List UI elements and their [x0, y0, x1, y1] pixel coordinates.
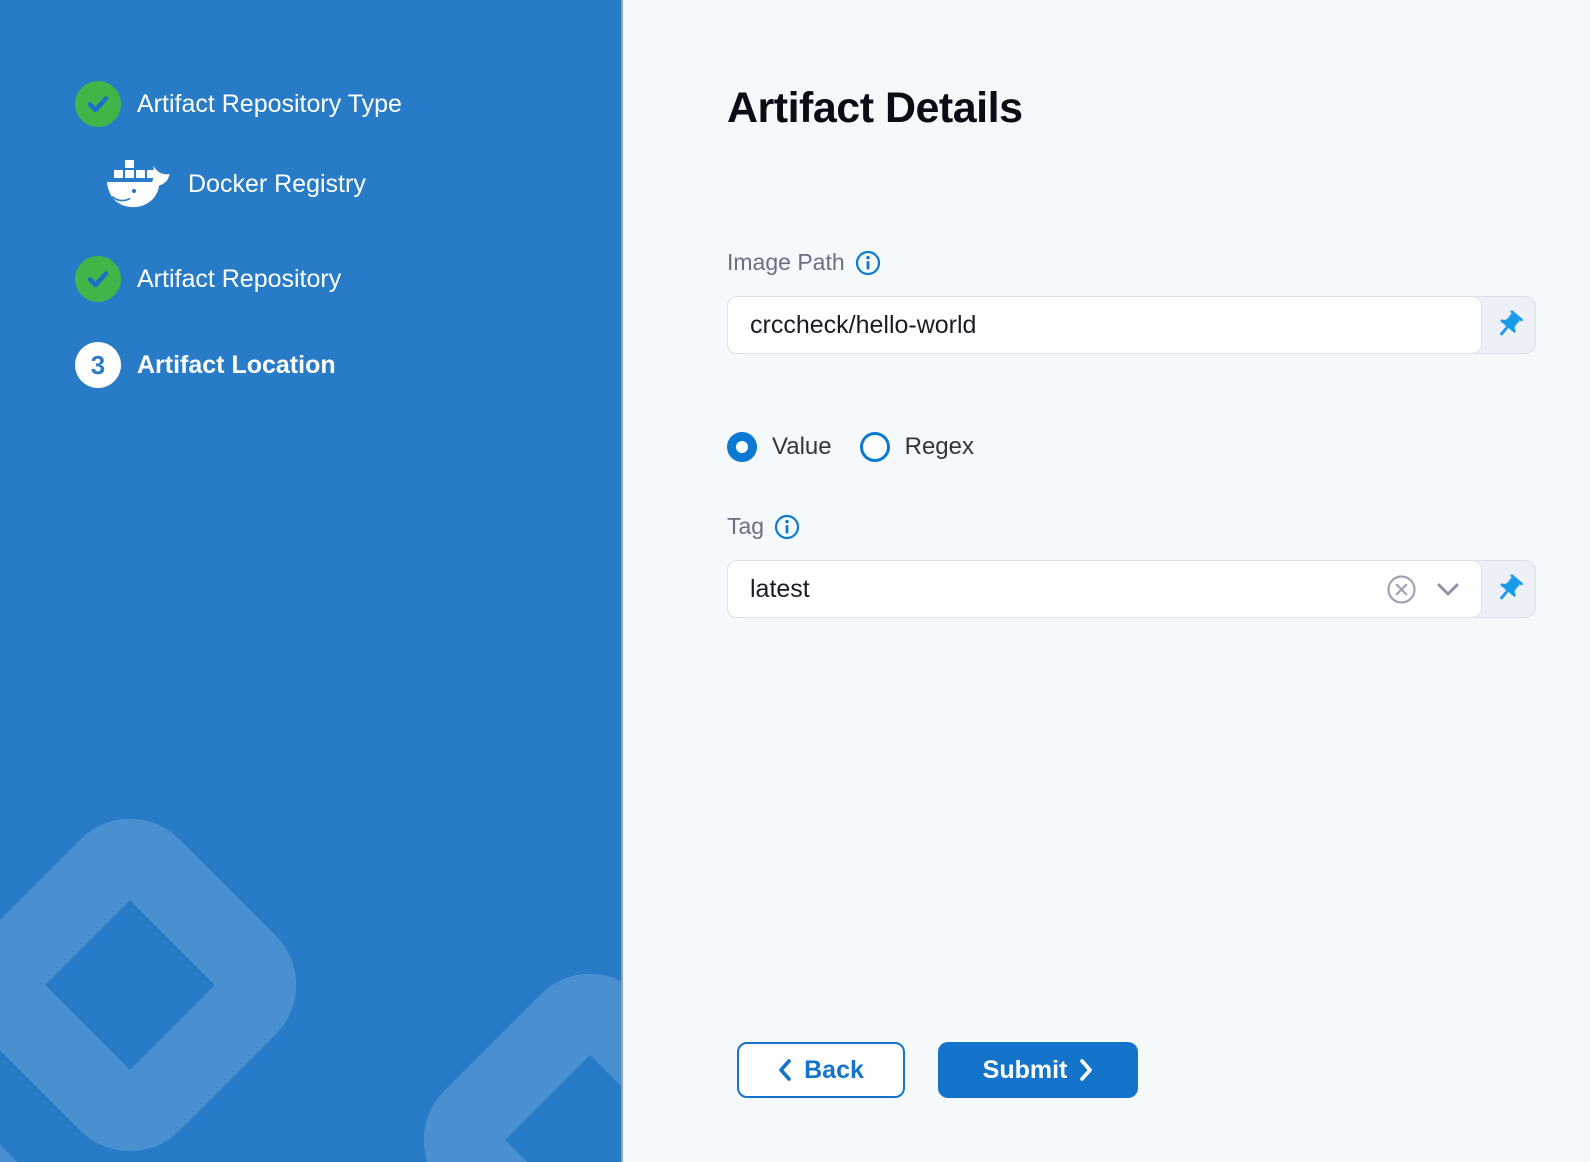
match-type-radio-group: Value Regex [727, 432, 974, 462]
tag-label-row: Tag [727, 513, 800, 540]
step-label: Docker Registry [188, 161, 366, 207]
step-artifact-repository[interactable]: Artifact Repository [75, 256, 341, 302]
check-circle-icon [75, 256, 121, 302]
chevron-right-icon [1080, 1059, 1093, 1081]
wizard-actions: Back Submit [737, 1042, 1138, 1098]
page-title: Artifact Details [727, 84, 1022, 133]
tag-field [727, 560, 1482, 618]
chevron-down-icon[interactable] [1437, 583, 1459, 596]
radio-label: Value [772, 433, 832, 461]
info-icon[interactable] [855, 250, 881, 276]
selected-registry-docker: Docker Registry [104, 157, 366, 211]
radio-unselected-icon [860, 432, 890, 462]
radio-option-value[interactable]: Value [727, 432, 832, 462]
step-label: Artifact Location [137, 342, 336, 388]
pin-runtime-input-button[interactable] [1482, 561, 1535, 617]
harness-logo-watermark [395, 945, 623, 1162]
chevron-left-icon [778, 1059, 791, 1081]
step-label: Artifact Repository [137, 256, 341, 302]
clear-icon[interactable] [1386, 574, 1417, 605]
step-label: Artifact Repository Type [137, 81, 402, 127]
image-path-field [727, 296, 1482, 354]
check-circle-icon [75, 81, 121, 127]
image-path-input[interactable] [728, 297, 1481, 353]
image-path-input-group [727, 296, 1536, 354]
radio-option-regex[interactable]: Regex [860, 432, 974, 462]
submit-button[interactable]: Submit [938, 1042, 1138, 1098]
tag-input[interactable] [728, 561, 1386, 617]
harness-logo-watermark [0, 790, 325, 1162]
step-artifact-repository-type[interactable]: Artifact Repository Type [75, 81, 402, 127]
radio-selected-icon [727, 432, 757, 462]
back-button-label: Back [804, 1056, 864, 1085]
image-path-label-row: Image Path [727, 249, 881, 276]
tag-label: Tag [727, 513, 764, 540]
tag-input-group [727, 560, 1536, 618]
image-path-label: Image Path [727, 249, 845, 276]
radio-label: Regex [905, 433, 974, 461]
pin-runtime-input-button[interactable] [1482, 297, 1535, 353]
artifact-details-panel: Artifact Details Image Path Value Regex [623, 0, 1590, 1162]
wizard-sidebar: Artifact Repository Type Dock [0, 0, 623, 1162]
back-button[interactable]: Back [737, 1042, 905, 1098]
step-number-badge: 3 [75, 342, 121, 388]
docker-whale-icon [104, 157, 172, 211]
step-artifact-location[interactable]: 3 Artifact Location [75, 342, 336, 388]
submit-button-label: Submit [983, 1056, 1068, 1085]
info-icon[interactable] [774, 514, 800, 540]
